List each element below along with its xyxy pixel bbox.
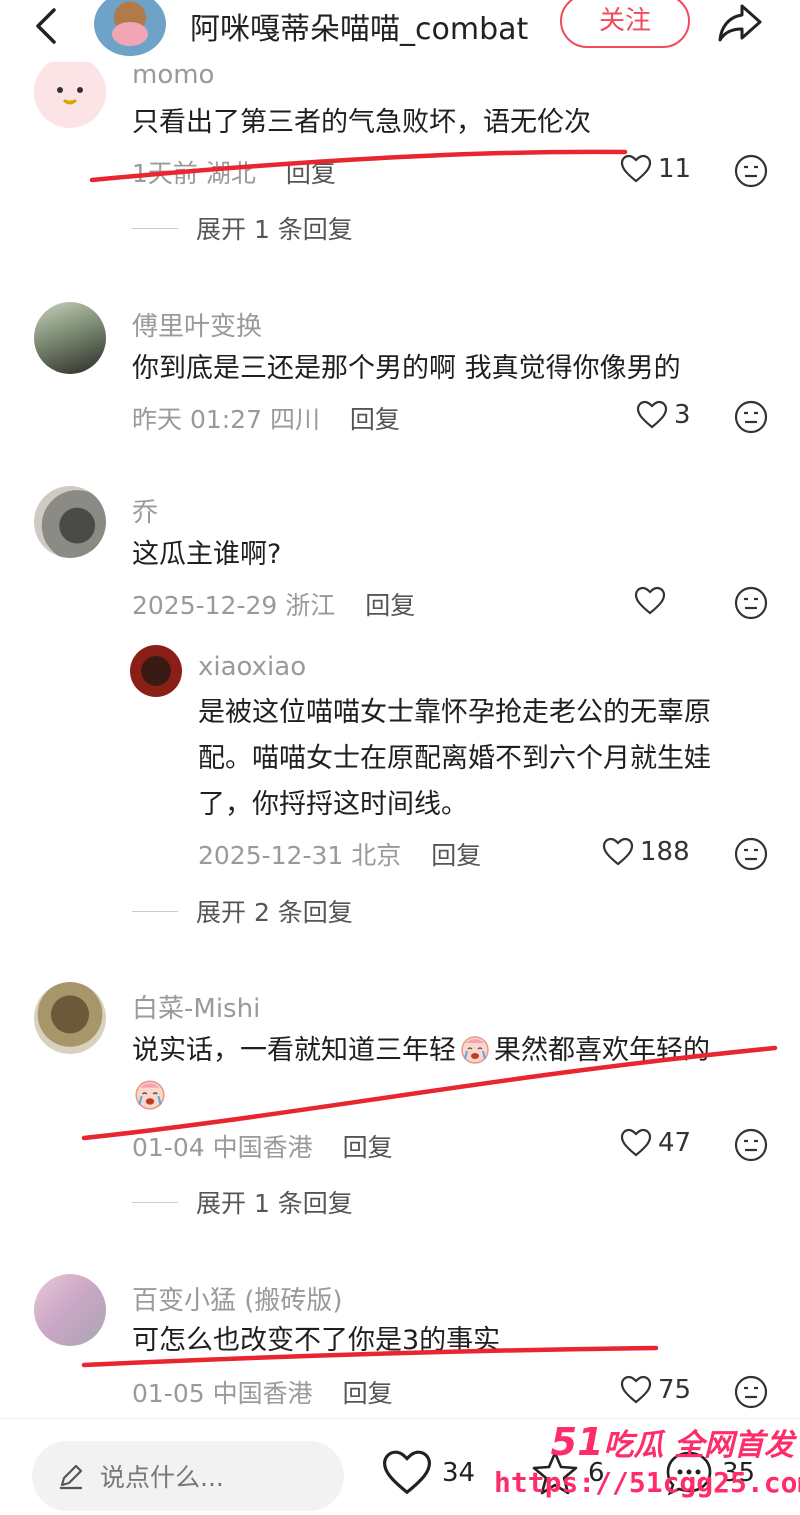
reply-username[interactable]: xiaoxiao [198,652,306,682]
like-button[interactable]: 11 [620,154,691,184]
comment-text: 你到底是三还是那个男的啊 我真觉得你像男的 [132,353,681,384]
emoji-reaction-icon[interactable] [734,154,768,188]
like-button[interactable]: 188 [602,837,690,867]
divider [132,1201,178,1203]
reply-text-line: 配。喵喵女士在原配离婚不到六个月就生娃 [198,743,711,774]
comment-username[interactable]: 百变小猛 (搬砖版) [132,1280,343,1317]
emoji-reaction-icon[interactable] [734,1128,768,1162]
comment-text: 只看出了第三者的气急败坏，语无伦次 [132,107,591,138]
pencil-icon [60,1464,83,1490]
comment-time: 2025-12-29 [132,591,278,620]
top-nav-bar: 阿咪嘎蒂朵喵喵_combat 关注 [0,0,800,62]
comment-input[interactable]: 说点什么... [32,1441,344,1511]
author-name[interactable]: 阿咪嘎蒂朵喵喵_combat [190,4,528,48]
like-button[interactable] [634,586,672,616]
comment-location: 湖北 [205,159,256,188]
expand-replies-label: 展开 1 条回复 [196,1189,353,1218]
reply-button[interactable]: 回复 [343,1379,393,1408]
commenter-avatar[interactable] [34,982,106,1054]
commenter-avatar[interactable] [34,1274,106,1346]
heart-icon [620,1128,652,1157]
share-icon[interactable] [716,2,764,44]
reply-button[interactable]: 回复 [350,405,400,434]
comment-meta: 01-04 中国香港 回复 [132,1128,393,1164]
heart-icon [382,1450,432,1495]
divider [132,227,178,229]
divider [132,910,178,912]
post-like-button[interactable]: 34 [380,1449,475,1497]
comment-location: 中国香港 [212,1133,313,1162]
reply-button[interactable]: 回复 [365,591,415,620]
comment-text-line [132,1074,168,1119]
commenter-avatar[interactable] [34,486,106,558]
heart-icon [620,154,652,183]
comment-time: 昨天 01:27 [132,405,262,434]
follow-button[interactable]: 关注 [560,0,690,48]
expand-replies-button[interactable]: 展开 1 条回复 [132,1184,353,1220]
reply-button[interactable]: 回复 [286,159,336,188]
comment-username[interactable]: 白菜-Mishi [132,988,260,1025]
back-arrow-icon[interactable] [28,6,68,46]
like-button[interactable]: 47 [620,1128,691,1158]
watermark-line1: 51吃瓜 全网首发 [550,1420,794,1464]
commenter-avatar[interactable] [34,302,106,374]
author-avatar[interactable] [94,0,166,56]
comment-text: 这瓜主谁啊? [132,539,282,570]
heart-icon [634,586,666,615]
comment-text-part: 果然都喜欢年轻的 [494,1035,710,1066]
post-like-count: 34 [442,1458,476,1488]
like-button[interactable]: 75 [620,1375,691,1405]
like-button[interactable]: 3 [636,400,691,430]
reply-button[interactable]: 回复 [431,841,481,870]
comment-meta: 昨天 01:27 四川 回复 [132,400,400,436]
heart-icon [602,837,634,866]
reply-text-line: 了，你捋捋这时间线。 [198,789,468,820]
like-count: 47 [658,1128,692,1158]
comment-input-placeholder: 说点什么... [100,1463,224,1492]
comment-location: 中国香港 [212,1379,313,1408]
comment-meta: 1天前 湖北 回复 [132,154,336,190]
crying-face-emoji-icon [461,1036,489,1064]
reply-button[interactable]: 回复 [343,1133,393,1162]
emoji-reaction-icon[interactable] [734,1375,768,1409]
heart-icon [620,1375,652,1404]
emoji-reaction-icon[interactable] [734,586,768,620]
like-count: 11 [658,154,692,184]
reply-text-line: 是被这位喵喵女士靠怀孕抢走老公的无辜原 [198,697,711,728]
like-count: 188 [640,837,690,867]
heart-icon [636,400,668,429]
comment-time: 01-04 [132,1133,205,1162]
comment-meta: 2025-12-29 浙江 回复 [132,586,415,622]
expand-replies-button[interactable]: 展开 1 条回复 [132,210,353,246]
like-count: 75 [658,1375,692,1405]
like-count: 3 [674,400,691,430]
comment-location: 四川 [269,405,320,434]
reply-location: 北京 [351,841,402,870]
comment-username[interactable]: 乔 [132,492,158,529]
emoji-reaction-icon[interactable] [734,400,768,434]
expand-replies-label: 展开 1 条回复 [196,215,353,244]
comment-text: 可怎么也改变不了你是3的事实 [132,1325,501,1356]
reply-time: 2025-12-31 [198,841,344,870]
reply-meta: 2025-12-31 北京 回复 [198,836,481,872]
crying-face-emoji-icon [135,1080,165,1110]
comment-username[interactable]: momo [132,60,214,90]
emoji-reaction-icon[interactable] [734,837,768,871]
expand-replies-label: 展开 2 条回复 [196,898,353,927]
expand-replies-button[interactable]: 展开 2 条回复 [132,893,353,929]
commenter-avatar[interactable] [34,56,106,128]
comment-text: 说实话，一看就知道三年轻 果然都喜欢年轻的 [132,1028,710,1073]
comment-location: 浙江 [285,591,336,620]
commenter-avatar[interactable] [130,645,182,697]
comment-time: 1天前 [132,159,198,188]
site-watermark: 51吃瓜 全网首发 https://51cgg25.com [494,1420,800,1499]
comment-text-part: 说实话，一看就知道三年轻 [132,1035,456,1066]
comment-username[interactable]: 傅里叶变换 [132,306,262,343]
comment-time: 01-05 [132,1379,205,1408]
comment-meta: 01-05 中国香港 回复 [132,1374,393,1410]
watermark-url: https://51cgg25.com [494,1466,800,1499]
